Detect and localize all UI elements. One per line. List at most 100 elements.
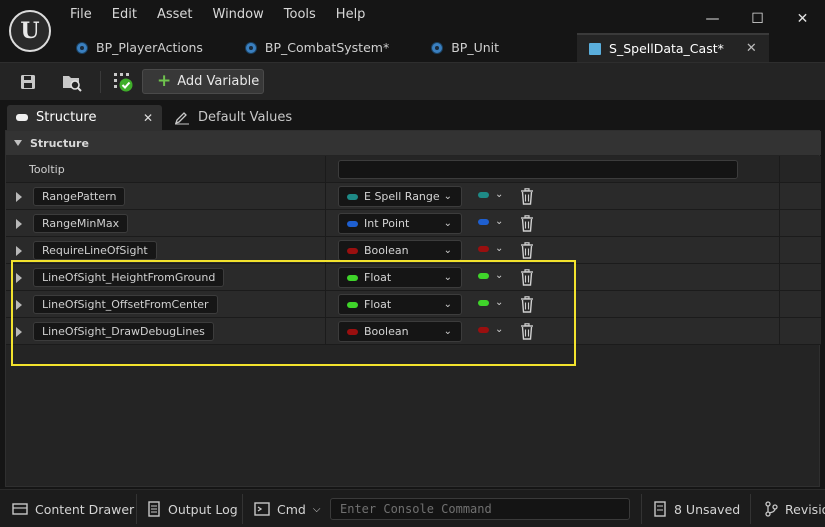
chevron-down-icon: ⌵ xyxy=(312,503,321,515)
content-drawer-button[interactable]: Content Drawer xyxy=(4,496,142,522)
variable-name-field[interactable]: LineOfSight_HeightFromGround xyxy=(33,268,225,287)
menu-asset[interactable]: Asset xyxy=(147,4,203,25)
console-command-input[interactable]: Enter Console Command xyxy=(330,498,630,520)
cmd-selector[interactable]: Cmd ⌵ xyxy=(246,496,328,522)
maximize-button[interactable]: ☐ xyxy=(735,6,780,32)
doc-tab-bp-unit[interactable]: BP_Unit xyxy=(419,33,511,62)
plus-icon: + xyxy=(157,71,172,91)
column-divider xyxy=(325,291,326,318)
output-log-label: Output Log xyxy=(168,501,238,517)
column-divider xyxy=(779,318,780,345)
variable-name-field[interactable]: LineOfSight_DrawDebugLines xyxy=(33,322,214,341)
doc-tab-s-spelldata-cast[interactable]: S_SpellData_Cast* ✕ xyxy=(577,33,769,62)
title-bar: U File Edit Asset Window Tools Help — ☐ … xyxy=(0,0,825,62)
container-type-pill xyxy=(478,191,489,198)
container-type-pill xyxy=(478,299,489,306)
container-type-dropdown[interactable]: ⌄ xyxy=(478,324,503,335)
column-divider xyxy=(779,156,780,183)
variable-type-label: Float xyxy=(364,271,392,284)
container-type-dropdown[interactable]: ⌄ xyxy=(478,270,503,281)
save-button[interactable] xyxy=(13,68,43,96)
structure-section-header[interactable]: Structure xyxy=(6,131,821,155)
column-divider xyxy=(779,210,780,237)
variable-name-field[interactable]: RangePattern xyxy=(33,187,126,206)
revision-control-icon xyxy=(765,501,778,517)
expand-arrow-icon[interactable] xyxy=(16,273,22,283)
chevron-down-icon: ⌄ xyxy=(495,297,504,308)
variable-type-label: E Spell Range xyxy=(364,190,440,203)
chevron-down-icon: ⌄ xyxy=(443,299,452,310)
add-variable-button[interactable]: + Add Variable xyxy=(142,69,264,94)
container-type-dropdown[interactable]: ⌄ xyxy=(478,216,503,227)
output-log-icon xyxy=(148,501,160,517)
unsaved-button[interactable]: 8 Unsaved xyxy=(645,496,748,522)
menu-help[interactable]: Help xyxy=(326,4,376,25)
chevron-down-icon: ⌄ xyxy=(495,189,504,200)
menu-tools[interactable]: Tools xyxy=(274,4,326,25)
variable-type-dropdown[interactable]: Boolean ⌄ xyxy=(338,240,462,261)
minimize-button[interactable]: — xyxy=(690,6,735,32)
expand-arrow-icon[interactable] xyxy=(16,327,22,337)
variable-type-dropdown[interactable]: Int Point ⌄ xyxy=(338,213,462,234)
structure-tab-icon xyxy=(16,114,28,121)
expand-arrow-icon[interactable] xyxy=(16,300,22,310)
tooltip-row: Tooltip xyxy=(6,156,821,183)
collapse-caret-icon xyxy=(14,140,22,146)
menu-window[interactable]: Window xyxy=(203,4,274,25)
content-drawer-label: Content Drawer xyxy=(35,501,135,517)
variable-type-dropdown[interactable]: Float ⌄ xyxy=(338,294,462,315)
container-type-dropdown[interactable]: ⌄ xyxy=(478,297,503,308)
doc-tab-bp-combatsystem[interactable]: BP_CombatSystem* xyxy=(233,33,401,62)
chevron-down-icon: ⌄ xyxy=(495,270,504,281)
type-color-pill xyxy=(347,193,358,200)
close-window-button[interactable]: ✕ xyxy=(780,6,825,32)
trash-icon[interactable] xyxy=(520,242,534,259)
trash-icon[interactable] xyxy=(520,269,534,286)
type-color-pill xyxy=(347,301,358,308)
variable-name-field[interactable]: RequireLineOfSight xyxy=(33,241,157,260)
console-placeholder: Enter Console Command xyxy=(340,502,492,516)
variable-type-dropdown[interactable]: Boolean ⌄ xyxy=(338,321,462,342)
tooltip-input[interactable] xyxy=(338,160,738,179)
column-divider xyxy=(325,318,326,345)
chevron-down-icon: ⌄ xyxy=(443,272,452,283)
browse-asset-button[interactable] xyxy=(57,68,87,96)
variable-type-dropdown[interactable]: Float ⌄ xyxy=(338,267,462,288)
close-tab-icon[interactable]: ✕ xyxy=(746,41,757,56)
variable-name-field[interactable]: RangeMinMax xyxy=(33,214,129,233)
menu-edit[interactable]: Edit xyxy=(102,4,147,25)
status-separator xyxy=(242,494,243,524)
trash-icon[interactable] xyxy=(520,188,534,205)
document-tabs: BP_PlayerActions BP_CombatSystem* BP_Uni… xyxy=(64,33,769,62)
structure-panel: Structure Tooltip RangePattern E Spell Ra… xyxy=(5,130,821,487)
revision-control-label: Revisio xyxy=(785,501,825,517)
status-separator xyxy=(136,494,137,524)
compile-button[interactable] xyxy=(108,68,138,96)
blueprint-icon xyxy=(244,41,257,54)
variable-row: LineOfSight_HeightFromGround Float ⌄ ⌄ xyxy=(6,264,821,291)
variable-name-field[interactable]: LineOfSight_OffsetFromCenter xyxy=(33,295,218,314)
close-tab-icon[interactable]: ✕ xyxy=(143,111,153,125)
chevron-down-icon: ⌄ xyxy=(443,218,452,229)
output-log-button[interactable]: Output Log xyxy=(139,496,246,522)
expand-arrow-icon[interactable] xyxy=(16,219,22,229)
variable-type-dropdown[interactable]: E Spell Range ⌄ xyxy=(338,186,462,207)
trash-icon[interactable] xyxy=(520,215,534,232)
section-title: Structure xyxy=(30,136,89,150)
doc-tab-bp-playeractions[interactable]: BP_PlayerActions xyxy=(64,33,215,62)
expand-arrow-icon[interactable] xyxy=(16,246,22,256)
toolbar: + Add Variable xyxy=(0,62,825,100)
unreal-logo[interactable]: U xyxy=(9,10,51,52)
revision-control-button[interactable]: Revisio xyxy=(756,496,825,522)
tab-structure[interactable]: Structure ✕ xyxy=(7,105,162,130)
variable-type-label: Int Point xyxy=(364,217,410,230)
trash-icon[interactable] xyxy=(520,296,534,313)
window-controls: — ☐ ✕ xyxy=(690,6,825,32)
variable-row: RangePattern E Spell Range ⌄ ⌄ xyxy=(6,183,821,210)
expand-arrow-icon[interactable] xyxy=(16,192,22,202)
container-type-dropdown[interactable]: ⌄ xyxy=(478,189,503,200)
menu-file[interactable]: File xyxy=(60,4,102,25)
container-type-dropdown[interactable]: ⌄ xyxy=(478,243,503,254)
trash-icon[interactable] xyxy=(520,323,534,340)
tab-default-values[interactable]: Default Values xyxy=(165,105,301,130)
